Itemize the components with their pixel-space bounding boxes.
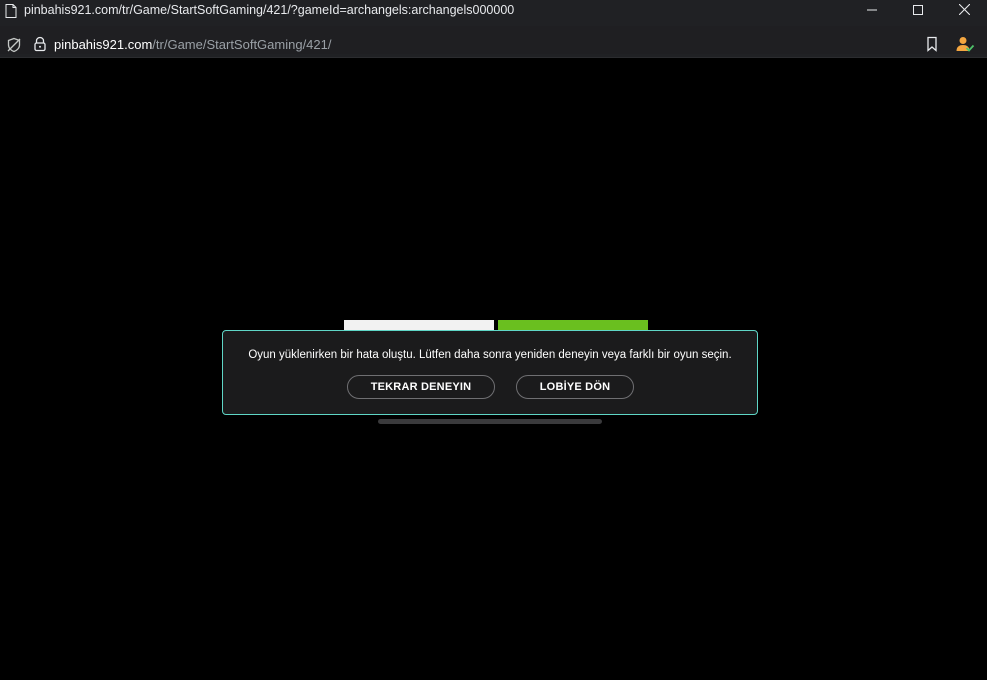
url-text[interactable]: pinbahis921.com/tr/Game/StartSoftGaming/…: [54, 37, 332, 52]
maximize-icon: [913, 2, 923, 20]
window-titlebar: pinbahis921.com/tr/Game/StartSoftGaming/…: [0, 0, 987, 22]
window-title: pinbahis921.com/tr/Game/StartSoftGaming/…: [24, 3, 515, 17]
close-icon: [958, 2, 970, 20]
loading-bar: [378, 419, 602, 424]
maximize-button[interactable]: [895, 0, 941, 22]
url-path: /tr/Game/StartSoftGaming/421/: [152, 37, 332, 52]
lock-icon[interactable]: [33, 36, 47, 52]
tracking-protection-icon[interactable]: [6, 37, 22, 53]
browser-site-icon: [4, 3, 18, 18]
omnibox[interactable]: pinbahis921.com/tr/Game/StartSoftGaming/…: [0, 26, 987, 54]
minimize-icon: [867, 2, 877, 20]
bookmark-icon[interactable]: [925, 36, 939, 52]
retry-button[interactable]: TEKRAR DENEYIN: [347, 375, 495, 399]
close-button[interactable]: [941, 0, 987, 22]
minimize-button[interactable]: [849, 0, 895, 22]
error-message: Oyun yüklenirken bir hata oluştu. Lütfen…: [248, 349, 732, 361]
return-to-lobby-button[interactable]: LOBİYE DÖN: [516, 375, 634, 399]
address-bar: pinbahis921.com/tr/Game/StartSoftGaming/…: [0, 22, 987, 58]
profile-icon[interactable]: [955, 35, 975, 53]
url-host: pinbahis921.com: [54, 37, 153, 52]
error-dialog: Oyun yüklenirken bir hata oluştu. Lütfen…: [222, 330, 758, 415]
